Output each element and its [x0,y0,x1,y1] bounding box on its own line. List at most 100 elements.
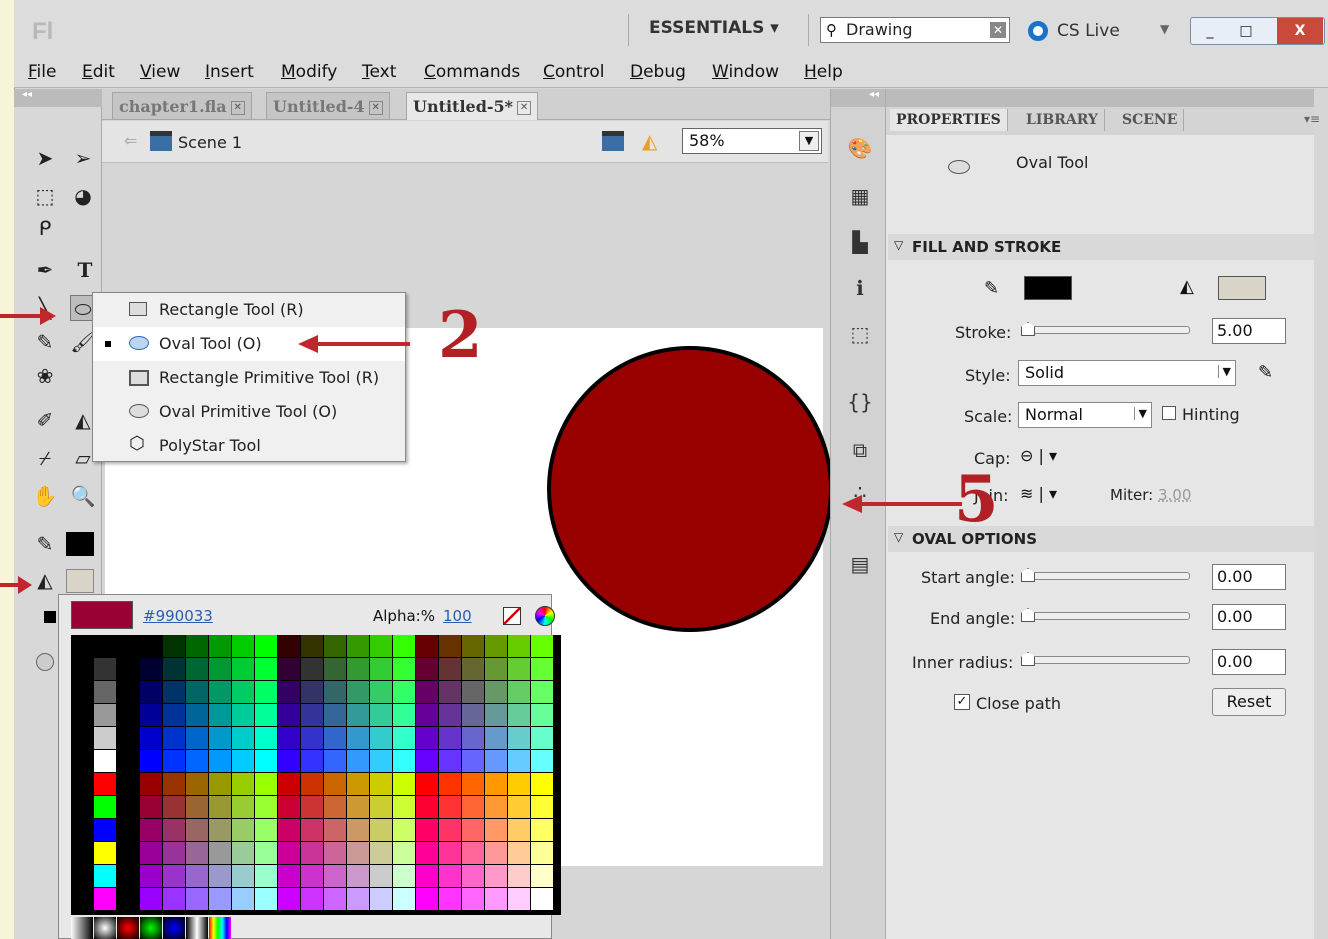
miter-value[interactable]: 3.00 [1158,486,1191,504]
clear-search-icon[interactable]: ✕ [990,22,1006,38]
swatch-cell[interactable] [232,750,254,772]
color-picker-icon[interactable] [535,606,555,626]
free-transform-tool-icon[interactable]: ⬚ [32,183,58,209]
swatch-cell[interactable] [186,727,208,749]
swatch-cell[interactable] [370,819,392,841]
swatch-cell[interactable] [117,796,139,818]
swatch-cell[interactable] [439,750,461,772]
cs-live-icon[interactable] [1028,21,1048,41]
swatch-cell[interactable] [347,658,369,680]
swatch-cell[interactable] [94,750,116,772]
swatch-cell[interactable] [347,750,369,772]
swatch-cell[interactable] [531,819,553,841]
swatch-cell[interactable] [117,635,139,657]
swatch-cell[interactable] [439,819,461,841]
swatch-cell[interactable] [416,888,438,910]
fill-color-swatch[interactable] [1218,276,1266,300]
swatch-cell[interactable] [163,750,185,772]
swatch-cell[interactable] [232,819,254,841]
tab-properties[interactable]: PROPERTIES [890,109,1008,131]
panel-menu-icon[interactable]: ▾≡ [1304,112,1320,126]
swatch-cell[interactable] [347,819,369,841]
swatch-cell[interactable] [393,750,415,772]
swatch-cell[interactable] [278,865,300,887]
close-path-checkbox[interactable]: ✓ [954,694,970,710]
swatch-cell[interactable] [393,635,415,657]
swatch-cell[interactable] [393,796,415,818]
project-panel-icon[interactable]: ▤ [847,551,873,577]
rectangle-primitive-tool-item[interactable]: Rectangle Primitive Tool (R) [93,361,405,395]
swatch-cell[interactable] [439,773,461,795]
swatch-cell[interactable] [278,635,300,657]
swatch-cell[interactable] [508,865,530,887]
swatch-cell[interactable] [370,888,392,910]
swatch-cell[interactable] [462,727,484,749]
swatch-cell[interactable] [255,704,277,726]
swatch-cell[interactable] [324,635,346,657]
swatch-cell[interactable] [255,819,277,841]
swatch-cell[interactable] [416,704,438,726]
swatch-cell[interactable] [531,750,553,772]
swatch-grid[interactable] [71,635,561,915]
swatch-cell[interactable] [117,750,139,772]
expand-icon[interactable]: ◂◂ [831,89,885,107]
bone-tool-icon[interactable]: ✐ [32,407,58,433]
maximize-button[interactable]: □ [1231,20,1261,42]
swatch-cell[interactable] [94,842,116,864]
swatch-cell[interactable] [393,704,415,726]
swatch-cell[interactable] [416,635,438,657]
swatch-cell[interactable] [370,796,392,818]
zoom-select[interactable]: 58% ▼ [682,128,822,154]
scale-select[interactable]: Normal ▼ [1018,402,1152,428]
swatch-cell[interactable] [209,750,231,772]
swatch-cell[interactable] [508,681,530,703]
swatch-cell[interactable] [462,865,484,887]
swatch-cell[interactable] [186,681,208,703]
swatch-cell[interactable] [163,727,185,749]
swatch-cell[interactable] [255,865,277,887]
swatch-cell[interactable] [71,842,93,864]
swatch-cell[interactable] [324,819,346,841]
hinting-checkbox[interactable] [1162,406,1176,420]
swatch-cell[interactable] [393,727,415,749]
swatch-cell[interactable] [508,888,530,910]
swatch-cell[interactable] [324,865,346,887]
swatch-cell[interactable] [439,658,461,680]
swatch-cell[interactable] [508,635,530,657]
swatch-cell[interactable] [209,658,231,680]
swatch-cell[interactable] [462,842,484,864]
lasso-tool-icon[interactable]: ᑭ [32,215,58,241]
edit-scene-icon[interactable] [602,131,624,151]
swatch-cell[interactable] [347,773,369,795]
swatch-cell[interactable] [393,819,415,841]
swatch-cell[interactable] [163,796,185,818]
swatch-cell[interactable] [255,842,277,864]
swatch-cell[interactable] [232,681,254,703]
gradient-swatch[interactable] [117,917,139,939]
swatch-cell[interactable] [163,819,185,841]
swatch-cell[interactable] [117,773,139,795]
end-angle-input[interactable]: 0.00 [1212,604,1286,630]
swatch-cell[interactable] [508,842,530,864]
start-angle-slider[interactable] [1021,568,1190,582]
menu-edit[interactable]: Edit [82,62,115,82]
swatch-cell[interactable] [117,658,139,680]
swatch-cell[interactable] [255,681,277,703]
swatch-cell[interactable] [163,773,185,795]
stroke-color-swatch[interactable] [66,532,94,556]
swatch-cell[interactable] [370,865,392,887]
swatch-cell[interactable] [278,773,300,795]
swatch-cell[interactable] [186,704,208,726]
chevron-down-icon[interactable]: ▼ [1160,22,1169,36]
swatch-cell[interactable] [140,658,162,680]
swatch-cell[interactable] [209,635,231,657]
swatch-cell[interactable] [531,842,553,864]
swatch-cell[interactable] [186,796,208,818]
swatch-cell[interactable] [531,888,553,910]
swatch-cell[interactable] [94,888,116,910]
tab-untitled-4[interactable]: Untitled-4 ✕ [266,92,390,120]
swatch-cell[interactable] [462,658,484,680]
swatch-cell[interactable] [416,796,438,818]
swatch-cell[interactable] [94,865,116,887]
swatch-cell[interactable] [209,842,231,864]
